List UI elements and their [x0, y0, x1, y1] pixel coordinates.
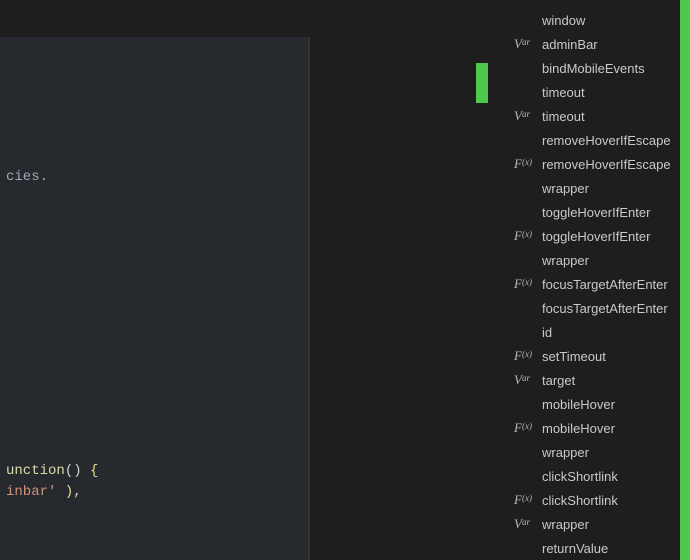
outline-item[interactable]: bindMobileEvents — [514, 56, 690, 80]
outline-item[interactable]: id — [514, 320, 690, 344]
outline-item[interactable]: removeHoverIfEscape — [514, 128, 690, 152]
variable-icon — [514, 372, 536, 388]
code-area[interactable]: cies. unction() {inbar' ), — [0, 37, 310, 560]
code-line[interactable] — [0, 398, 310, 419]
outline-item-label: returnValue — [542, 541, 608, 556]
outline-item[interactable]: focusTargetAfterEnter — [514, 272, 690, 296]
function-icon — [514, 420, 536, 436]
outline-item[interactable]: clickShortlink — [514, 464, 690, 488]
outline-item-label: timeout — [542, 85, 585, 100]
outline-item-label: wrapper — [542, 181, 589, 196]
outline-item-label: toggleHoverIfEnter — [542, 205, 650, 220]
outline-item[interactable]: window — [514, 8, 690, 32]
code-line[interactable] — [0, 146, 310, 167]
code-line[interactable] — [0, 83, 310, 104]
outline-item-label: toggleHoverIfEnter — [542, 229, 650, 244]
outline-item-label: adminBar — [542, 37, 598, 52]
outline-item[interactable]: returnValue — [514, 536, 690, 560]
outline-item-label: setTimeout — [542, 349, 606, 364]
editor-pane[interactable]: cies. unction() {inbar' ), — [0, 36, 310, 560]
outline-item-label: id — [542, 325, 552, 340]
code-line[interactable] — [0, 314, 310, 335]
code-line[interactable] — [0, 293, 310, 314]
outline-item[interactable]: target — [514, 368, 690, 392]
outline-item[interactable]: removeHoverIfEscape — [514, 152, 690, 176]
function-icon — [514, 492, 536, 508]
outline-item-label: mobileHover — [542, 397, 615, 412]
function-icon — [514, 348, 536, 364]
outline-item[interactable]: clickShortlink — [514, 488, 690, 512]
code-line[interactable] — [0, 419, 310, 440]
outline-item[interactable]: setTimeout — [514, 344, 690, 368]
outline-item-label: mobileHover — [542, 421, 615, 436]
code-line[interactable] — [0, 188, 310, 209]
code-line[interactable] — [0, 335, 310, 356]
function-icon — [514, 228, 536, 244]
variable-icon — [514, 516, 536, 532]
outline-item[interactable]: wrapper — [514, 176, 690, 200]
outline-item[interactable]: adminBar — [514, 32, 690, 56]
outline-item[interactable]: toggleHoverIfEnter — [514, 200, 690, 224]
outline-item[interactable]: toggleHoverIfEnter — [514, 224, 690, 248]
outline-item-label: timeout — [542, 109, 585, 124]
outline-item[interactable]: wrapper — [514, 440, 690, 464]
outline-item-label: bindMobileEvents — [542, 61, 645, 76]
code-line[interactable] — [0, 230, 310, 251]
outline-item-label: target — [542, 373, 575, 388]
code-line[interactable] — [0, 272, 310, 293]
outline-item[interactable]: timeout — [514, 80, 690, 104]
code-line[interactable] — [0, 41, 310, 62]
code-line[interactable] — [0, 125, 310, 146]
outline-item-label: removeHoverIfEscape — [542, 157, 671, 172]
outline-item[interactable]: wrapper — [514, 248, 690, 272]
outline-item[interactable]: focusTargetAfterEnter — [514, 296, 690, 320]
code-line[interactable]: inbar' ), — [0, 482, 310, 503]
outline-list: window adminBar bindMobileEvents timeout tim… — [488, 8, 690, 560]
outline-item[interactable]: wrapper — [514, 512, 690, 536]
code-line[interactable] — [0, 377, 310, 398]
outline-item-label: removeHoverIfEscape — [542, 133, 671, 148]
variable-icon — [514, 108, 536, 124]
outline-item-label: wrapper — [542, 445, 589, 460]
outline-panel[interactable]: window adminBar bindMobileEvents timeout tim… — [488, 0, 690, 560]
outline-item[interactable]: timeout — [514, 104, 690, 128]
code-line[interactable] — [0, 356, 310, 377]
function-icon — [514, 156, 536, 172]
code-line[interactable] — [0, 62, 310, 83]
viewport-marker[interactable] — [476, 63, 488, 103]
outline-item-label: clickShortlink — [542, 493, 618, 508]
outline-item-label: wrapper — [542, 253, 589, 268]
variable-icon — [514, 36, 536, 52]
code-line[interactable]: unction() { — [0, 461, 310, 482]
function-icon — [514, 276, 536, 292]
ide-root: cies. unction() {inbar' ), window adminBa… — [0, 0, 690, 560]
outline-item-label: clickShortlink — [542, 469, 618, 484]
outline-item-label: focusTargetAfterEnter — [542, 277, 668, 292]
scrollbar-vertical[interactable] — [680, 0, 690, 560]
editor-tab-strip — [0, 1, 310, 37]
code-line[interactable] — [0, 440, 310, 461]
outline-item-label: focusTargetAfterEnter — [542, 301, 668, 316]
outline-item-label: window — [542, 13, 585, 28]
outline-item[interactable]: mobileHover — [514, 416, 690, 440]
minimap-gutter — [310, 0, 488, 560]
code-line[interactable] — [0, 251, 310, 272]
code-line[interactable] — [0, 104, 310, 125]
outline-item-label: wrapper — [542, 517, 589, 532]
code-line[interactable] — [0, 209, 310, 230]
code-line[interactable]: cies. — [0, 167, 310, 188]
outline-item[interactable]: mobileHover — [514, 392, 690, 416]
